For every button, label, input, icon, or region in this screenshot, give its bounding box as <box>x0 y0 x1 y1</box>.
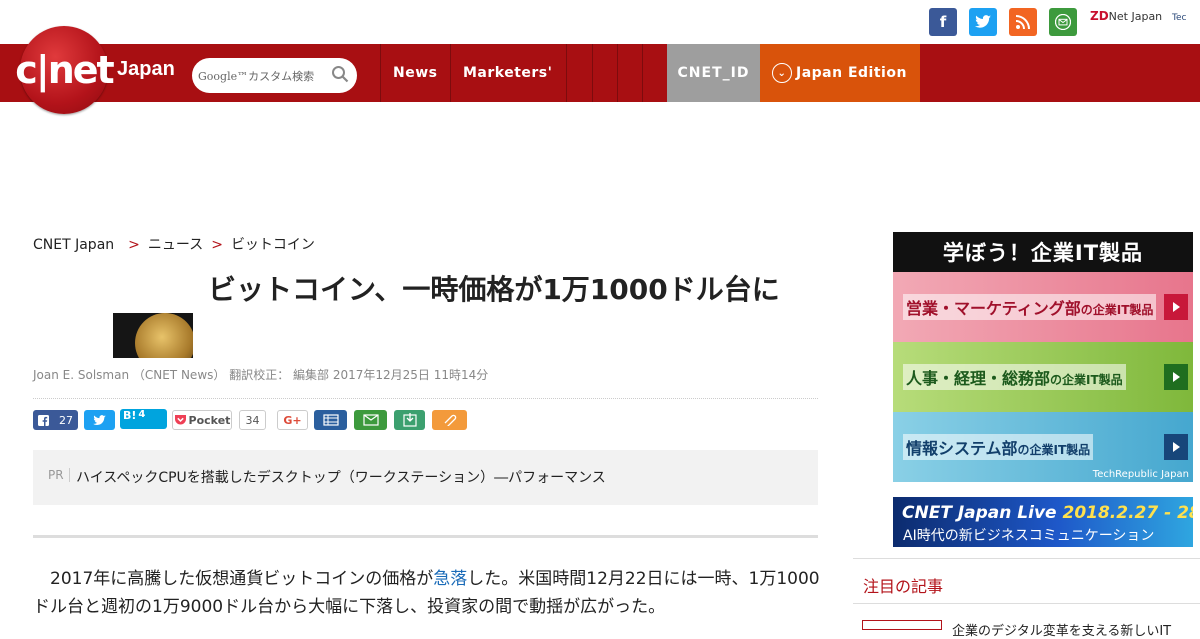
pocket-count: 34 <box>239 410 266 430</box>
nav-news[interactable]: News <box>393 44 437 102</box>
pocket-button[interactable]: Pocket <box>172 410 232 430</box>
sidebar-ad-cnet-live[interactable]: CNET Japan Live 2018.2.27 - 28 AI時代の新ビジネ… <box>893 497 1193 547</box>
pr-tag: PR <box>48 468 70 482</box>
ad-row-label-suffix: の企業IT製品 <box>1017 443 1091 457</box>
cnet-id-button[interactable]: CNET_ID <box>667 44 760 102</box>
article-thumbnail[interactable] <box>113 313 193 358</box>
divider <box>33 535 818 538</box>
ad-row-label-suffix: の企業IT製品 <box>1050 373 1123 387</box>
facebook-icon[interactable]: f <box>929 8 957 36</box>
chevron-right-icon <box>1164 364 1188 390</box>
sidebar-ad-it-products[interactable]: 学ぼう！企業IT製品 営業・マーケティング部の企業IT製品 人事・経理・総務部の… <box>893 232 1193 482</box>
ad-headline-brand: CNET Japan Live <box>902 503 1063 523</box>
nav-marketers[interactable]: Marketers' <box>463 44 552 102</box>
ad-row-hr[interactable]: 人事・経理・総務部の企業IT製品 <box>893 342 1193 412</box>
breadcrumb-news[interactable]: ニュース <box>148 237 203 253</box>
page-title: ビットコイン、一時価格が1万1000ドル台に <box>208 273 780 306</box>
site-header <box>0 44 1200 102</box>
twitter-share-button[interactable] <box>84 410 115 430</box>
print-button[interactable] <box>314 410 347 430</box>
sidebar-item-thumbnail[interactable] <box>862 620 942 630</box>
zdnet-japan-link[interactable]: ZDNet Japan <box>1090 9 1162 23</box>
pr-box[interactable]: PR ハイスペックCPUを搭載したデスクトップ（ワークステーション）―パフォーマ… <box>33 450 818 505</box>
hatena-count: 4 <box>138 409 146 420</box>
top-social-strip: f ZDNet Japan Tec <box>0 0 1200 44</box>
bitcoin-coin-image <box>135 313 193 358</box>
breadcrumb-home[interactable]: CNET Japan <box>33 237 114 253</box>
ad-subline: AI時代の新ビジネスコミュニケーション <box>903 528 1155 544</box>
download-button[interactable] <box>394 410 425 430</box>
nav-divider <box>642 44 643 102</box>
google-plus-button[interactable]: G+ <box>277 410 308 430</box>
ad-row-label: 情報システム部の企業IT製品 <box>903 434 1094 460</box>
edition-label: Japan Edition <box>796 65 907 81</box>
breadcrumb-separator: > <box>211 237 223 253</box>
body-text: 2017年に高騰した仮想通貨ビットコインの価格が <box>33 569 434 589</box>
ad-row-it[interactable]: 情報システム部の企業IT製品 TechRepublic Japan <box>893 412 1193 482</box>
nav-divider <box>380 44 381 102</box>
divider <box>33 398 818 399</box>
nav-divider <box>617 44 618 102</box>
ad-title: 学ぼう！企業IT製品 <box>893 232 1193 272</box>
ad-row-label: 営業・マーケティング部の企業IT製品 <box>903 294 1157 320</box>
nav-divider <box>450 44 451 102</box>
article-byline: Joan E. Solsman （CNET News） 翻訳校正： 編集部 20… <box>33 368 489 382</box>
breadcrumb-topic[interactable]: ビットコイン <box>231 237 315 253</box>
search-box[interactable]: Google™カスタム検索 <box>192 58 357 93</box>
edition-selector[interactable]: ⌄ Japan Edition <box>760 44 920 102</box>
ad-row-label-main: 情報システム部 <box>906 439 1018 458</box>
logo-japan-label[interactable]: Japan <box>117 58 175 81</box>
ad-row-sales[interactable]: 営業・マーケティング部の企業IT製品 <box>893 272 1193 342</box>
clip-button[interactable] <box>432 410 467 430</box>
sidebar-section-title: 注目の記事 <box>863 577 944 596</box>
mail-icon <box>362 414 379 426</box>
sidebar-section-header: 注目の記事 <box>853 558 1200 604</box>
body-link[interactable]: 急落 <box>433 569 467 589</box>
facebook-share-count: 27 <box>59 413 73 427</box>
article-body: 2017年に高騰した仮想通貨ビットコインの価格が急落した。米国時間12月22日に… <box>33 565 823 621</box>
ad-footer: TechRepublic Japan <box>1092 469 1189 480</box>
mail-icon[interactable] <box>1049 8 1077 36</box>
twitter-icon[interactable] <box>969 8 997 36</box>
ad-headline: CNET Japan Live 2018.2.27 - 28 <box>902 503 1193 523</box>
hatena-bookmark-button[interactable]: B! 4 <box>120 409 167 429</box>
pocket-label: Pocket <box>188 413 231 427</box>
facebook-icon <box>38 414 49 426</box>
search-input[interactable]: Google™カスタム検索 <box>198 68 314 84</box>
print-icon <box>322 414 339 426</box>
cnet-logo[interactable]: c|net <box>15 26 115 114</box>
breadcrumb: CNET Japan > ニュース > ビットコイン <box>33 234 315 254</box>
rss-icon[interactable] <box>1009 8 1037 36</box>
nav-divider <box>566 44 567 102</box>
pr-link[interactable]: ハイスペックCPUを搭載したデスクトップ（ワークステーション）―パフォーマンス <box>76 467 606 487</box>
pocket-icon <box>174 415 186 425</box>
twitter-icon <box>93 414 106 425</box>
ad-row-label-suffix: の企業IT製品 <box>1080 303 1154 317</box>
paperclip-icon <box>444 414 456 426</box>
ad-row-label: 人事・経理・総務部の企業IT製品 <box>903 364 1126 390</box>
chevron-right-icon <box>1164 434 1188 460</box>
nav-divider <box>592 44 593 102</box>
download-icon <box>402 413 417 427</box>
hatena-label: B! <box>123 409 137 422</box>
chevron-right-icon <box>1164 294 1188 320</box>
ad-row-label-main: 人事・経理・総務部 <box>906 369 1051 388</box>
chevron-down-icon: ⌄ <box>772 63 792 83</box>
ad-headline-date: 2018.2.27 - 28 <box>1062 503 1193 523</box>
email-share-button[interactable] <box>354 410 387 430</box>
breadcrumb-separator: > <box>128 237 140 253</box>
techrepublic-link[interactable]: Tec <box>1172 13 1186 23</box>
search-icon[interactable] <box>331 65 349 83</box>
facebook-share-button[interactable]: 27 <box>33 410 78 430</box>
ad-row-label-main: 営業・マーケティング部 <box>906 299 1081 318</box>
